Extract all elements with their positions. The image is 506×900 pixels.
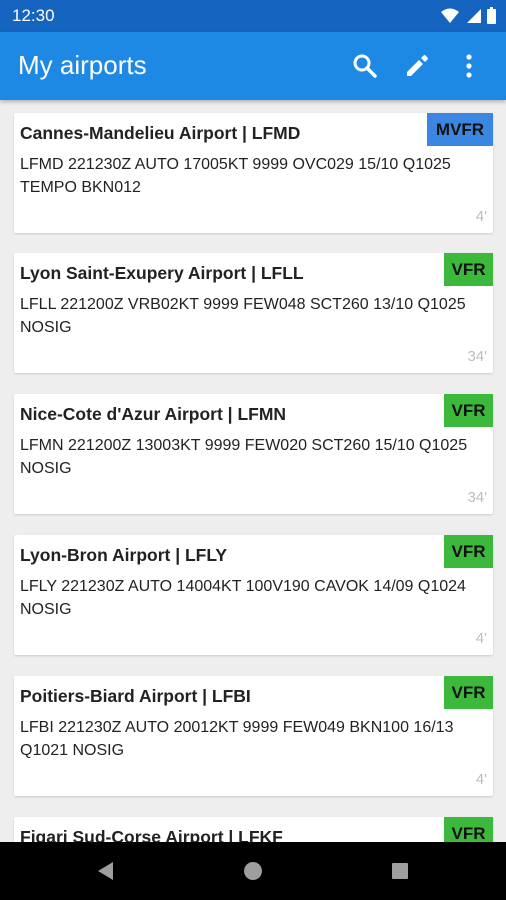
status-icons	[441, 7, 496, 24]
observation-age: 34'	[467, 489, 487, 506]
recents-button[interactable]	[387, 858, 413, 884]
airport-name: Lyon Saint-Exupery Airport | LFLL	[20, 263, 304, 283]
airport-name: Poitiers-Biard Airport | LFBI	[20, 686, 251, 706]
airport-name: Figari Sud-Corse Airport | LFKF	[20, 827, 283, 842]
observation-age: 4'	[475, 771, 487, 788]
airport-card[interactable]: Figari Sud-Corse Airport | LFKF VFR	[14, 817, 493, 842]
edit-icon	[407, 55, 428, 76]
status-time: 12:30	[12, 6, 55, 25]
search-icon	[353, 54, 377, 78]
edit-button[interactable]	[402, 51, 432, 81]
metar-text: LFLL 221200Z VRB02KT 9999 FEW048 SCT260 …	[20, 296, 466, 336]
observation-age: 4'	[475, 630, 487, 647]
flight-category-badge: VFR	[444, 535, 493, 568]
airport-name: Nice-Cote d'Azur Airport | LFMN	[20, 404, 287, 424]
airport-card[interactable]: Cannes-Mandelieu Airport | LFMD MVFR LFM…	[14, 113, 493, 233]
search-button[interactable]	[350, 51, 380, 81]
recents-icon	[392, 863, 408, 879]
flight-category-badge: VFR	[444, 676, 493, 709]
page-title: My airports	[18, 50, 147, 80]
airport-card[interactable]: Lyon-Bron Airport | LFLY VFR LFLY 221230…	[14, 535, 493, 655]
airport-card[interactable]: Nice-Cote d'Azur Airport | LFMN VFR LFMN…	[14, 394, 493, 514]
back-button[interactable]	[93, 858, 119, 884]
app-actions	[350, 51, 484, 81]
flight-category-badge: VFR	[444, 253, 493, 286]
more-vert-icon	[466, 54, 472, 78]
system-nav-bar	[0, 842, 506, 900]
metar-text: LFMD 221230Z AUTO 17005KT 9999 OVC029 15…	[20, 156, 451, 196]
flight-category-badge: VFR	[444, 817, 493, 842]
home-button[interactable]	[240, 858, 266, 884]
status-bar: 12:30	[0, 0, 506, 32]
home-icon	[244, 862, 262, 880]
airport-card[interactable]: Lyon Saint-Exupery Airport | LFLL VFR LF…	[14, 253, 493, 373]
metar-text: LFMN 221200Z 13003KT 9999 FEW020 SCT260 …	[20, 437, 468, 477]
airport-name: Lyon-Bron Airport | LFLY	[20, 545, 228, 565]
observation-age: 34'	[467, 348, 487, 365]
airport-card[interactable]: Poitiers-Biard Airport | LFBI VFR LFBI 2…	[14, 676, 493, 796]
flight-category-badge: VFR	[444, 394, 493, 427]
metar-text: LFBI 221230Z AUTO 20012KT 9999 FEW049 BK…	[20, 719, 454, 759]
airport-list[interactable]: Cannes-Mandelieu Airport | LFMD MVFR LFM…	[0, 100, 506, 842]
battery-icon	[487, 7, 496, 24]
back-icon	[98, 862, 113, 880]
metar-text: LFLY 221230Z AUTO 14004KT 100V190 CAVOK …	[20, 578, 466, 618]
app-bar: My airports	[0, 32, 506, 100]
flight-category-badge: MVFR	[427, 113, 493, 146]
more-options-button[interactable]	[454, 51, 484, 81]
signal-icon	[467, 8, 481, 23]
observation-age: 4'	[475, 208, 487, 225]
wifi-icon	[441, 8, 459, 23]
airport-name: Cannes-Mandelieu Airport | LFMD	[20, 123, 301, 143]
